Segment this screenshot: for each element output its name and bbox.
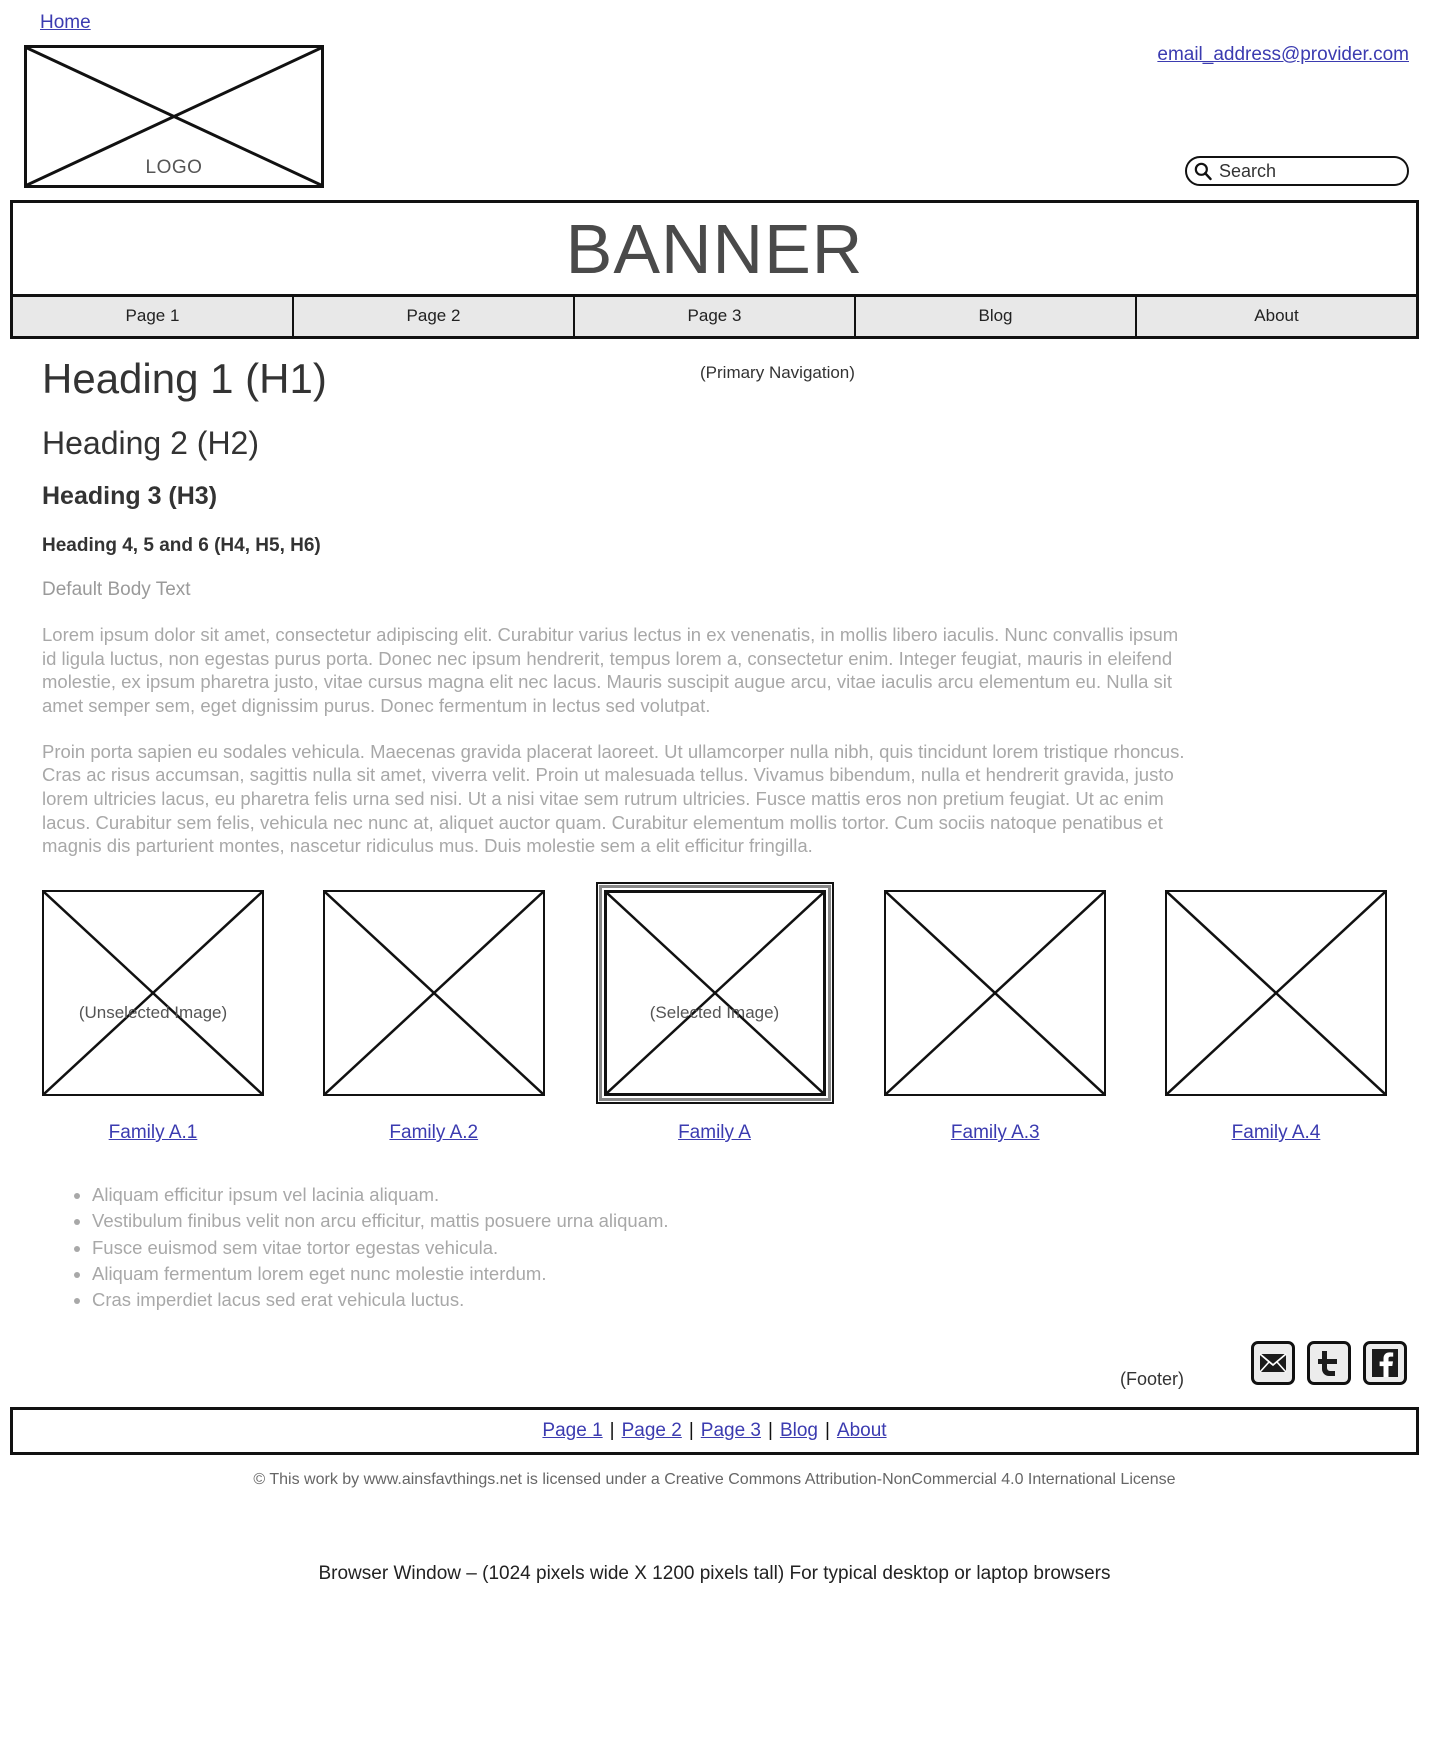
footer-link-blog[interactable]: Blog xyxy=(780,1420,818,1442)
body-text-label: Default Body Text xyxy=(42,579,191,600)
image-cross-icon xyxy=(1167,892,1385,1094)
image-cross-icon xyxy=(607,893,823,1093)
paragraph-2: Proin porta sapien eu sodales vehicula. … xyxy=(42,740,1185,857)
gallery-thumbnail-selected[interactable]: (Selected Image) xyxy=(598,885,831,1102)
main-content: (Primary Navigation) Heading 1 (H1) Head… xyxy=(10,355,1419,1313)
gallery-item: (Unselected Image) Family A.1 xyxy=(42,890,264,1144)
logo-placeholder[interactable]: LOGO xyxy=(24,45,324,188)
search-input[interactable]: Search xyxy=(1219,161,1276,182)
footer-link-page-2[interactable]: Page 2 xyxy=(622,1420,682,1442)
image-cross-icon xyxy=(44,892,262,1094)
list-item: Aliquam efficitur ipsum vel lacinia aliq… xyxy=(92,1182,1395,1208)
primary-navigation: Page 1 Page 2 Page 3 Blog About xyxy=(10,297,1419,339)
home-link[interactable]: Home xyxy=(40,12,91,34)
gallery-caption-link[interactable]: Family A.3 xyxy=(884,1122,1106,1144)
gallery-item-selected: (Selected Image) Family A xyxy=(598,885,831,1144)
gallery-thumbnail[interactable] xyxy=(322,890,545,1097)
facebook-button[interactable] xyxy=(1363,1341,1407,1386)
search-icon[interactable] xyxy=(1193,161,1213,181)
paragraph-1: Lorem ipsum dolor sit amet, consectetur … xyxy=(42,624,1179,717)
list-item: Cras imperdiet lacus sed erat vehicula l… xyxy=(92,1287,1395,1313)
wireframe-page: Home LOGO email_address@provider.com Sea… xyxy=(0,0,1429,1764)
header: Home LOGO email_address@provider.com Sea… xyxy=(10,0,1419,200)
gallery-item: Family A.2 xyxy=(322,890,545,1144)
list-item: Vestibulum finibus velit non arcu effici… xyxy=(92,1208,1395,1234)
heading-2: Heading 2 (H2) xyxy=(42,425,259,461)
footer-note: (Footer) xyxy=(1119,1369,1184,1390)
gallery-thumbnail[interactable] xyxy=(1165,890,1387,1097)
list-item: Fusce euismod sem vitae tortor egestas v… xyxy=(92,1235,1395,1261)
image-cross-icon xyxy=(325,892,543,1094)
heading-3: Heading 3 (H3) xyxy=(42,482,218,510)
email-button[interactable] xyxy=(1251,1341,1295,1386)
gallery-thumbnail-note: (Unselected Image) xyxy=(78,1003,228,1023)
nav-item-about[interactable]: About xyxy=(1137,297,1416,336)
facebook-icon xyxy=(1372,1349,1398,1378)
gallery-item: Family A.3 xyxy=(884,890,1107,1144)
gallery-thumbnail[interactable] xyxy=(884,890,1107,1097)
footer-separator: | xyxy=(768,1420,773,1442)
banner: BANNER xyxy=(10,200,1419,297)
footer-link-page-1[interactable]: Page 1 xyxy=(542,1420,602,1442)
logo-label: LOGO xyxy=(145,157,203,178)
nav-item-blog[interactable]: Blog xyxy=(856,297,1137,336)
twitter-button[interactable] xyxy=(1307,1341,1351,1386)
browser-window-note: Browser Window – (1024 pixels wide X 120… xyxy=(318,1563,1111,1585)
footer-separator: | xyxy=(688,1420,694,1442)
gallery-thumbnail-note: (Selected Image) xyxy=(649,1003,780,1023)
footer-separator: | xyxy=(609,1420,615,1442)
footer-nav: Page 1 | Page 2 | Page 3 | Blog | About xyxy=(10,1407,1419,1456)
footer-link-about[interactable]: About xyxy=(837,1420,887,1442)
search-box[interactable]: Search xyxy=(1185,156,1409,186)
image-gallery: (Unselected Image) Family A.1 Family A.2 xyxy=(42,885,1387,1144)
gallery-item: Family A.4 xyxy=(1165,890,1387,1144)
nav-item-page-3[interactable]: Page 3 xyxy=(575,297,856,336)
gallery-caption-link[interactable]: Family A.4 xyxy=(1165,1122,1387,1144)
primary-navigation-note: (Primary Navigation) xyxy=(700,363,855,382)
email-icon xyxy=(1259,1353,1287,1373)
gallery-thumbnail-unselected[interactable]: (Unselected Image) xyxy=(42,890,264,1097)
social-links xyxy=(1251,1341,1407,1386)
gallery-caption-link[interactable]: Family A.1 xyxy=(42,1122,264,1144)
footer-social-row: (Footer) xyxy=(10,1337,1419,1407)
license-text: © This work by www.ainsfavthings.net is … xyxy=(253,1471,1176,1489)
gallery-caption-link[interactable]: Family A.2 xyxy=(323,1122,545,1144)
twitter-icon xyxy=(1318,1351,1337,1377)
banner-title: BANNER xyxy=(565,209,864,288)
list-item: Aliquam fermentum lorem eget nunc molest… xyxy=(92,1261,1395,1287)
footer-link-page-3[interactable]: Page 3 xyxy=(701,1420,761,1442)
nav-item-page-2[interactable]: Page 2 xyxy=(294,297,575,336)
footer-separator: | xyxy=(824,1420,830,1442)
heading-4-5-6: Heading 4, 5 and 6 (H4, H5, H6) xyxy=(42,535,321,556)
image-cross-icon xyxy=(886,892,1104,1094)
gallery-caption-link[interactable]: Family A xyxy=(604,1122,826,1144)
bullet-list: Aliquam efficitur ipsum vel lacinia aliq… xyxy=(70,1182,1395,1313)
nav-item-page-1[interactable]: Page 1 xyxy=(13,297,294,336)
email-link[interactable]: email_address@provider.com xyxy=(1157,44,1409,66)
